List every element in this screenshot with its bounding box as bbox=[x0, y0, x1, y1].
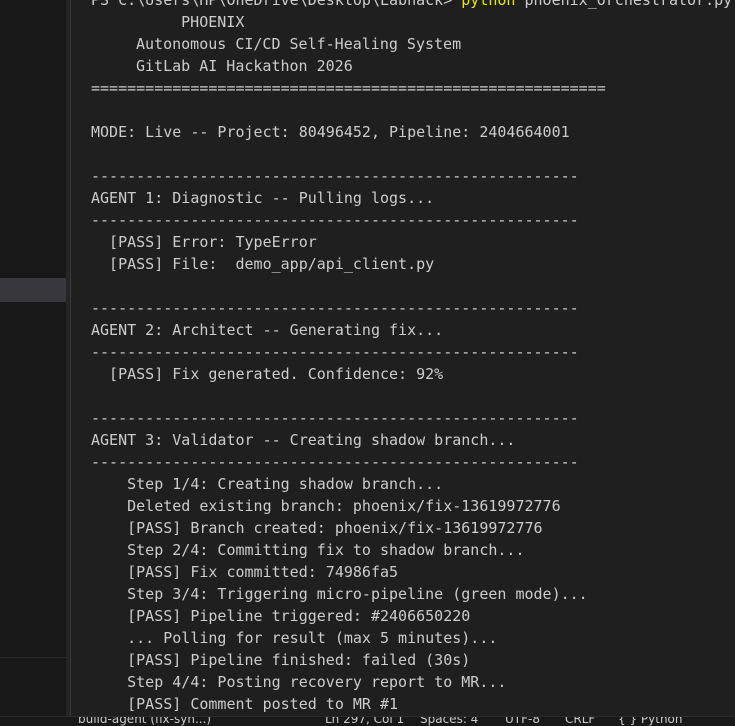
sidebar-selected-item[interactable] bbox=[0, 278, 66, 302]
agent2-separator-top: ----------------------------------------… bbox=[91, 299, 579, 317]
agent3-step-line: Deleted existing branch: phoenix/fix-136… bbox=[91, 497, 561, 515]
agent3-step-line: [PASS] Fix committed: 74986fa5 bbox=[91, 563, 399, 581]
agent1-result-error: [PASS] Error: TypeError bbox=[91, 233, 317, 251]
agent3-step-line: [PASS] Comment posted to MR #1 bbox=[91, 695, 399, 713]
terminal-command-line: PS C:\Users\HP\OneDrive\Desktop\Labhack>… bbox=[91, 0, 732, 11]
agent1-separator-top: ----------------------------------------… bbox=[91, 167, 579, 185]
agent3-step-line: [PASS] Pipeline triggered: #2406650220 bbox=[91, 607, 471, 625]
banner-separator: ========================================… bbox=[91, 79, 606, 97]
mode-line: MODE: Live -- Project: 80496452, Pipelin… bbox=[91, 123, 570, 141]
agent2-separator-bottom: ----------------------------------------… bbox=[91, 343, 579, 361]
command-script-file: phoenix_orchestrator.py bbox=[524, 0, 733, 9]
agent3-step-line: [PASS] Branch created: phoenix/fix-13619… bbox=[91, 519, 543, 537]
agent2-result: [PASS] Fix generated. Confidence: 92% bbox=[91, 365, 444, 383]
banner-subtitle: Autonomous CI/CD Self-Healing System bbox=[136, 35, 462, 53]
agent3-step-line: Step 1/4: Creating shadow branch... bbox=[91, 475, 444, 493]
agent1-result-file: [PASS] File: demo_app/api_client.py bbox=[91, 255, 435, 273]
agent3-step-line: ... Polling for result (max 5 minutes)..… bbox=[91, 629, 498, 647]
banner-event: GitLab AI Hackathon 2026 bbox=[136, 57, 353, 75]
agent3-step-line: Step 3/4: Triggering micro-pipeline (gre… bbox=[91, 585, 588, 603]
explorer-sidebar bbox=[0, 0, 66, 716]
agent3-separator-top: ----------------------------------------… bbox=[91, 409, 579, 427]
agent1-header: AGENT 1: Diagnostic -- Pulling logs... bbox=[91, 189, 435, 207]
sidebar-divider bbox=[0, 657, 66, 658]
agent3-step-line: Step 2/4: Committing fix to shadow branc… bbox=[91, 541, 525, 559]
agent2-header: AGENT 2: Architect -- Generating fix... bbox=[91, 321, 444, 339]
command-python: python bbox=[461, 0, 516, 9]
terminal-panel[interactable]: PS C:\Users\HP\OneDrive\Desktop\Labhack>… bbox=[71, 0, 735, 716]
agent3-step-line: Step 4/4: Posting recovery report to MR.… bbox=[91, 673, 507, 691]
agent3-step-line: [PASS] Pipeline finished: failed (30s) bbox=[91, 651, 471, 669]
command-prompt-path: PS C:\Users\HP\OneDrive\Desktop\Labhack> bbox=[91, 0, 453, 9]
agent3-header: AGENT 3: Validator -- Creating shadow br… bbox=[91, 431, 516, 449]
banner-title: PHOENIX bbox=[136, 13, 245, 31]
agent1-separator-bottom: ----------------------------------------… bbox=[91, 211, 579, 229]
agent3-separator-bottom: ----------------------------------------… bbox=[91, 453, 579, 471]
